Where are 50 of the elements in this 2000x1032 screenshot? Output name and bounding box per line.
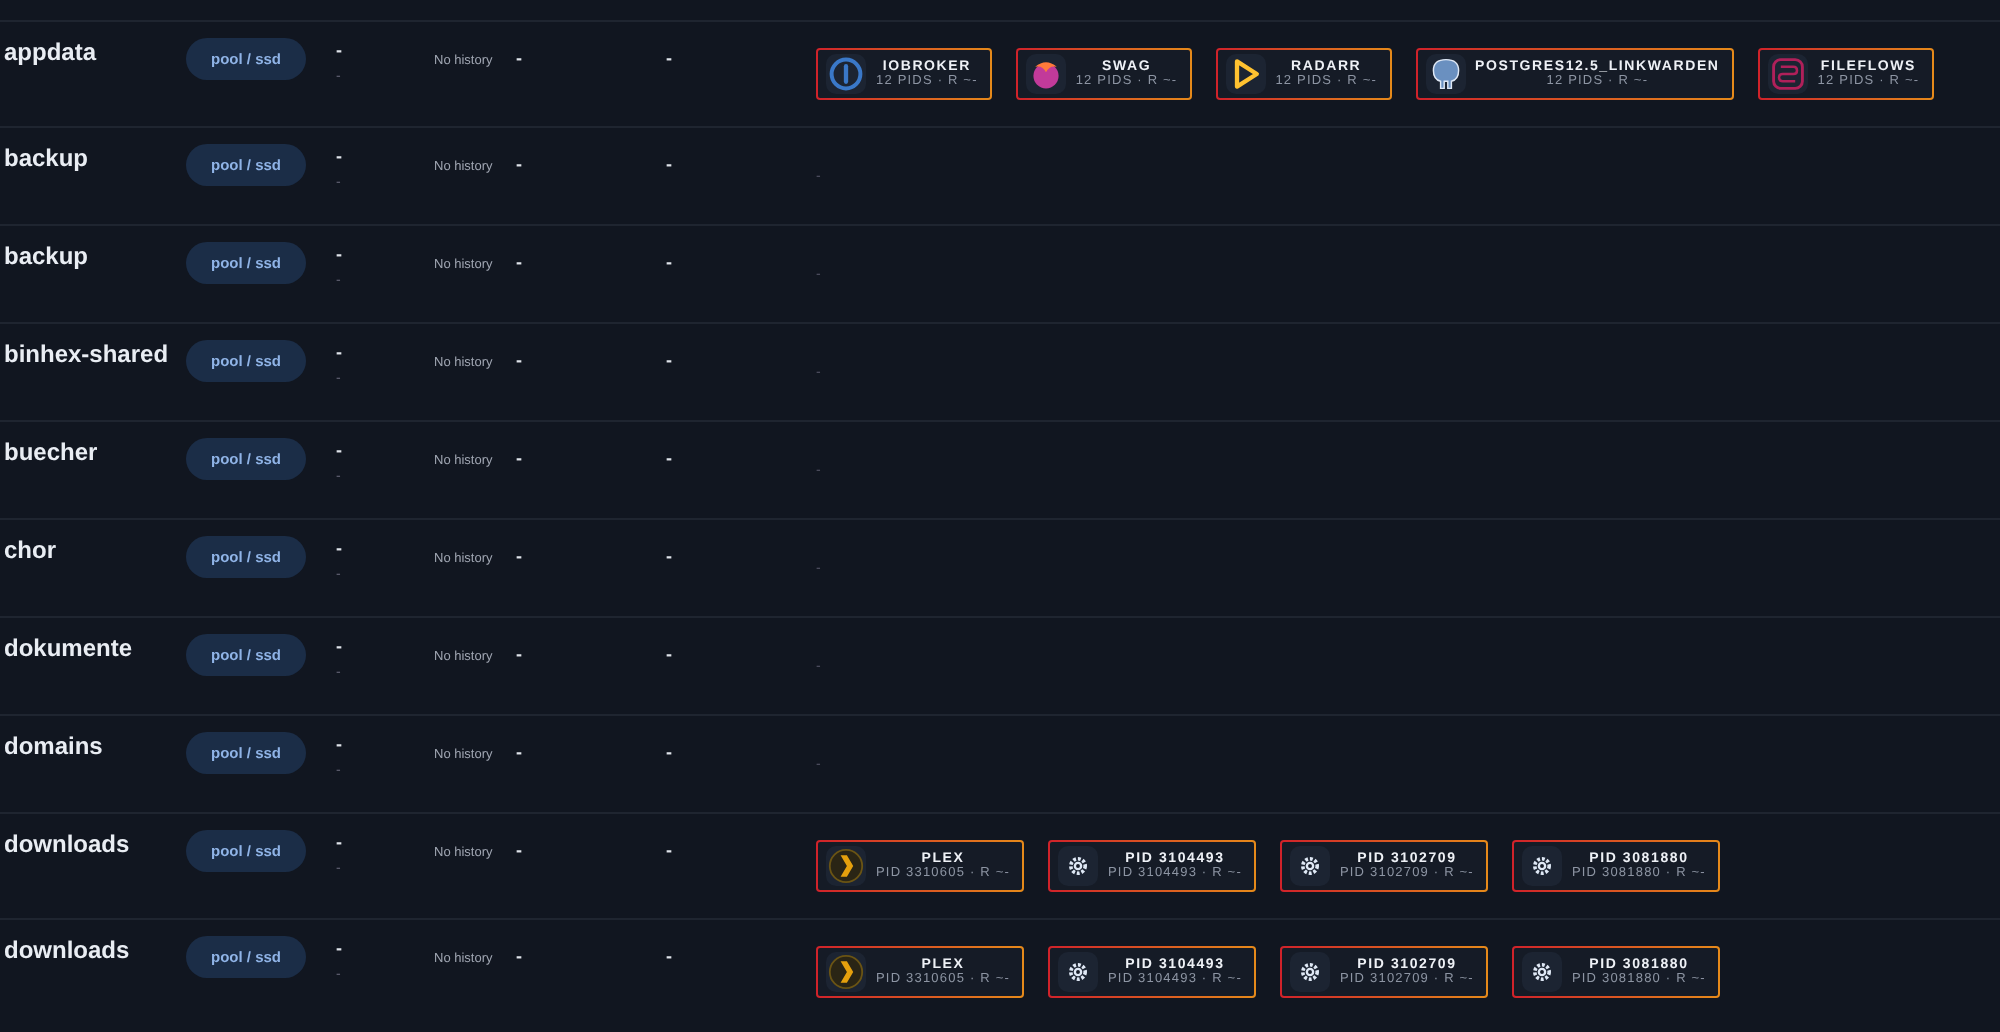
value-text: - (666, 546, 672, 566)
share-name: backup (4, 144, 89, 172)
gear-icon (1065, 854, 1090, 878)
value-text: - (516, 48, 522, 68)
share-name: chor (4, 536, 57, 564)
chevron-icon (828, 954, 864, 990)
value-text: - (336, 438, 342, 462)
value-text: - (666, 350, 672, 370)
value-text: - (516, 252, 522, 272)
value-text: - (516, 448, 522, 468)
value-text: - (336, 536, 342, 560)
value-text: - (666, 48, 672, 68)
gear-icon (1297, 960, 1322, 984)
value-text: - (666, 946, 672, 966)
share-name: appdata (4, 38, 97, 66)
value-text: - (666, 448, 672, 468)
value-text: - (516, 946, 522, 966)
value-text: - (666, 252, 672, 272)
gear-icon (1297, 854, 1322, 878)
value-text: - (516, 644, 522, 664)
value-text: - (516, 840, 522, 860)
value-text: - (336, 732, 342, 756)
value-text: - (336, 340, 342, 364)
value-text: - (666, 840, 672, 860)
gear-icon (1529, 854, 1554, 878)
value-text: - (666, 644, 672, 664)
share-name: downloads (4, 830, 130, 858)
value-text: - (516, 546, 522, 566)
value-text: - (336, 38, 342, 62)
value-text: - (666, 742, 672, 762)
share-name: binhex-shared (4, 340, 169, 368)
share-name: dokumente (4, 634, 133, 662)
gear-icon (1065, 960, 1090, 984)
value-text: - (336, 830, 342, 854)
value-text: - (516, 350, 522, 370)
gear-icon (1529, 960, 1554, 984)
ring-icon (828, 56, 864, 92)
value-text: - (516, 742, 522, 762)
flow-icon (1769, 56, 1806, 92)
chevron-icon (828, 848, 864, 884)
share-name: backup (4, 242, 89, 270)
value-text: - (336, 144, 342, 168)
share-name: buecher (4, 438, 98, 466)
value-text: - (666, 154, 672, 174)
value-text: - (336, 242, 342, 266)
share-name: downloads (4, 936, 130, 964)
value-text: - (336, 634, 342, 658)
share-name: domains (4, 732, 103, 760)
value-text: - (516, 154, 522, 174)
value-text: - (336, 936, 342, 960)
